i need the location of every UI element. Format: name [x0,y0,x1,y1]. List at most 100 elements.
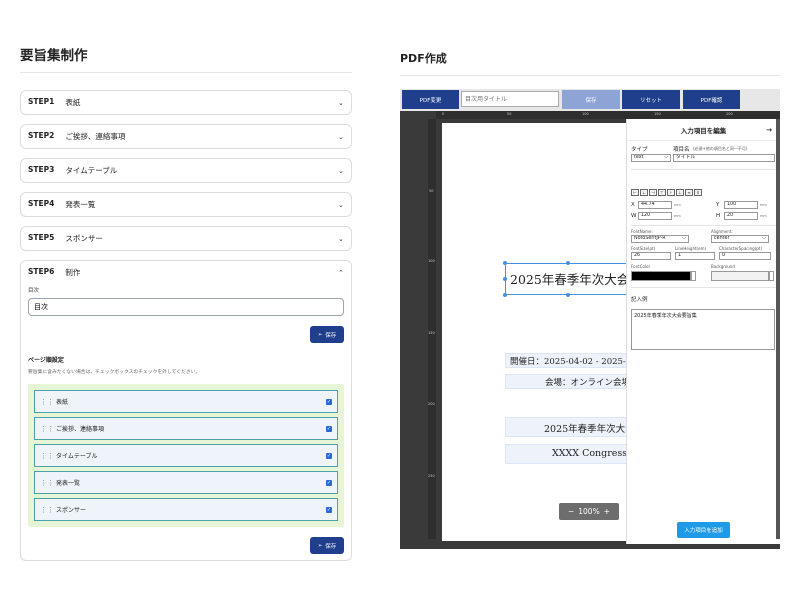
sidebar-header: 入力項目を編集 → [627,119,780,141]
step-label: 発表一覧 [65,200,96,209]
chevron-down-icon: ⌄ [338,166,344,175]
y-input[interactable]: 100 [724,201,758,209]
step-5-header[interactable]: STEP5 スポンサー ⌄ [21,227,351,250]
distribute-h-icon[interactable]: ≡ [685,189,693,196]
page-row[interactable]: ⋮⋮ タイムテーブル ✓ [34,444,338,467]
type-select[interactable]: text ⌵ [631,154,671,162]
item-name-input[interactable]: タイトル [673,154,775,162]
distribute-v-icon[interactable]: ⦀ [694,189,702,196]
page-checkbox[interactable]: ✓ [326,425,332,432]
pdf-panel: PDF作成 PDF変更 保存 リセット PDF確認 0 50 100 150 2… [400,44,780,549]
collapse-arrow-icon[interactable]: → [766,126,772,134]
align-center-icon[interactable]: ⊥ [640,189,648,196]
step-4[interactable]: STEP4 発表一覧 ⌄ [20,192,352,217]
background-picker[interactable] [711,271,769,281]
fontcolor-picker[interactable] [631,271,691,281]
drag-handle-icon[interactable]: ⋮⋮ [40,398,54,406]
step-number: STEP6 [28,267,55,276]
page-row[interactable]: ⋮⋮ ご挨拶、連絡事項 ✓ [34,417,338,440]
charspacing-label: CharacterSpacing(pt) [719,246,762,251]
page-checkbox[interactable]: ✓ [326,479,332,486]
toc-title-input[interactable] [28,298,344,316]
example-label: 記入例 [631,297,648,303]
toc-save-button[interactable]: ➢ 保存 [310,326,344,343]
page-checkbox[interactable]: ✓ [326,506,332,513]
pdf-save-button[interactable]: 保存 [562,90,620,109]
ruler-tick: 0 [442,112,445,116]
pdf-title2-text[interactable]: 2025年春季年次大会 [544,421,635,435]
page-row[interactable]: ⋮⋮ 表紙 ✓ [34,390,338,413]
fontsize-input[interactable]: 26 [631,252,671,260]
ruler-tick: 200 [428,402,435,406]
pdf-panel-title: PDF作成 [400,44,780,76]
align-bottom-icon[interactable]: ⊥ [676,189,684,196]
x-input[interactable]: 44.74 [638,201,672,209]
page-checkbox[interactable]: ✓ [326,452,332,459]
step-number: STEP4 [28,199,55,208]
step-6[interactable]: STEP6制作 ⌃ 目次 ➢保存 ページ順設定 要旨集に含みたくない場合は、チェ… [20,260,352,561]
drag-handle-icon[interactable]: ⋮⋮ [40,452,54,460]
resize-handle[interactable] [503,261,507,265]
h-label: H [716,213,721,219]
chevron-down-icon: ⌄ [338,98,344,107]
editor-scrollbar[interactable] [776,119,780,539]
step-label: 表紙 [65,98,81,107]
fontcolor-picker-toggle[interactable] [691,271,696,281]
add-field-button[interactable]: 入力項目を追加 [677,522,730,538]
step-accordion: STEP1 表紙 ⌄ STEP2 ご挨拶、連絡事項 ⌄ STEP3 タイムテーブル ⌄… [20,90,352,561]
example-textarea[interactable]: 2025年春季年次大会要旨集 [631,309,775,350]
page-row[interactable]: ⋮⋮ 発表一覧 ✓ [34,471,338,494]
background-picker-toggle[interactable] [769,271,774,281]
pdf-title-text[interactable]: 2025年春季年次大会 [510,269,630,288]
page-label: 発表一覧 [56,480,81,487]
align-left-icon[interactable]: ⊢ [631,189,639,196]
alignment-select[interactable]: center ⌵ [711,235,769,243]
page-checkbox[interactable]: ✓ [326,398,332,405]
step-3[interactable]: STEP3 タイムテーブル ⌄ [20,158,352,183]
page-order-save-button[interactable]: ➢ 保存 [310,537,344,554]
app-root: 要旨集制作 STEP1 表紙 ⌄ STEP2 ご挨拶、連絡事項 ⌄ STEP3 タイム… [0,0,800,600]
fontname-value: NotoSerifJP-R [634,236,666,241]
reset-button[interactable]: リセット [622,90,680,109]
step-1-header[interactable]: STEP1 表紙 ⌄ [21,91,351,114]
align-right-icon[interactable]: ⊣ [649,189,657,196]
pdf-congress-text[interactable]: XXXX Congress [552,448,635,459]
x-label: X [631,202,635,208]
align-middle-icon[interactable]: ⊦ [667,189,675,196]
zoom-in-icon[interactable]: + [604,507,610,516]
toc-title-field[interactable] [461,91,559,107]
zoom-out-icon[interactable]: − [568,507,574,516]
step-1[interactable]: STEP1 表紙 ⌄ [20,90,352,115]
pdf-venue-text[interactable]: 会場：オンライン会場 [545,376,635,388]
page-label: ご挨拶、連絡事項 [56,426,105,433]
pdf-change-button[interactable]: PDF変更 [402,90,459,109]
w-input[interactable]: 120 [638,212,672,220]
step-number: STEP5 [28,233,55,242]
step-4-header[interactable]: STEP4 発表一覧 ⌄ [21,193,351,216]
align-top-icon[interactable]: ⊤ [658,189,666,196]
h-input[interactable]: 20 [724,212,758,220]
step-2[interactable]: STEP2 ご挨拶、連絡事項 ⌄ [20,124,352,149]
resize-handle[interactable] [566,293,570,297]
step-3-header[interactable]: STEP3 タイムテーブル ⌄ [21,159,351,182]
divider [631,225,777,226]
sidebar-title: 入力項目を編集 [680,126,727,135]
fontname-select[interactable]: NotoSerifJP-R ⌵ [631,235,689,243]
page-row[interactable]: ⋮⋮ スポンサー ✓ [34,498,338,521]
step-5[interactable]: STEP5 スポンサー ⌄ [20,226,352,251]
drag-handle-icon[interactable]: ⋮⋮ [40,425,54,433]
resize-handle[interactable] [503,293,507,297]
step-6-header[interactable]: STEP6 制作 ⌃ [21,261,351,284]
pdf-date-text[interactable]: 開催日：2025-04-02 - 2025-04-03 [510,355,635,367]
charspacing-input[interactable]: 0 [719,252,771,260]
resize-handle[interactable] [566,261,570,265]
ruler-tick: 150 [654,112,661,116]
resize-handle[interactable] [503,277,507,281]
step-2-header[interactable]: STEP2 ご挨拶、連絡事項 ⌄ [21,125,351,148]
lineheight-input[interactable]: 1 [675,252,715,260]
drag-handle-icon[interactable]: ⋮⋮ [40,479,54,487]
ruler-top: 0 50 100 150 200 [436,111,780,119]
pdf-confirm-button[interactable]: PDF確認 [683,90,740,109]
drag-handle-icon[interactable]: ⋮⋮ [40,506,54,514]
abstract-panel: 要旨集制作 STEP1 表紙 ⌄ STEP2 ご挨拶、連絡事項 ⌄ STEP3 タイム… [20,44,352,570]
